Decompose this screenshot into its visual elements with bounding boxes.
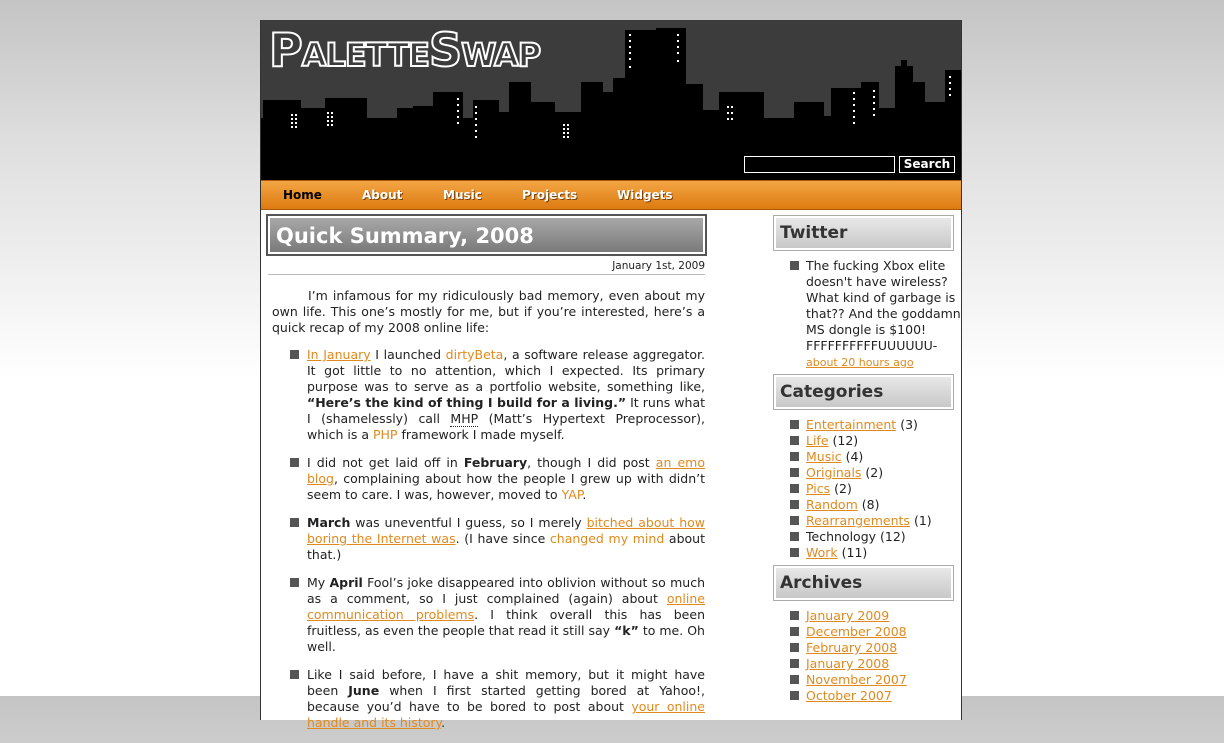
post-intro: I’m infamous for my ridiculously bad mem… [272, 288, 705, 335]
list-item: My April Fool’s joke disappeared into ob… [290, 575, 706, 655]
category-count: (2) [834, 481, 852, 496]
category-item: Rearrangements (1) [790, 513, 974, 529]
category-count: (1) [913, 513, 932, 528]
link-yap[interactable]: YAP [562, 487, 583, 502]
archive-link[interactable]: February 2008 [806, 640, 897, 655]
list-text: . (I have since [455, 531, 550, 546]
category-item: Originals (2) [790, 465, 974, 481]
site-logo[interactable]: PaletteSwap [268, 23, 542, 77]
list-text: . [441, 715, 446, 730]
category-link-life[interactable]: Life [806, 433, 829, 448]
category-item: Music (4) [790, 449, 974, 465]
site-header: PaletteSwap Search [261, 20, 961, 180]
categories-list: Entertainment (3) Life (12) Music (4) Or… [789, 417, 974, 561]
link-in-january[interactable]: In January [307, 347, 371, 362]
list-item: March was uneventful I guess, so I merel… [290, 515, 705, 563]
category-link-rearrangements[interactable]: Rearrangements [806, 513, 910, 528]
list-item: Like I said before, I have a shit memory… [290, 667, 705, 731]
list-bold-text: April [329, 575, 363, 590]
category-item: Work (11) [790, 545, 974, 561]
category-item: Life (12) [790, 433, 974, 449]
twitter-list: The fucking Xbox elite doesn't have wire… [789, 258, 974, 371]
archive-link[interactable]: November 2007 [806, 672, 907, 687]
post-list: In January I launched dirtyBeta, a softw… [272, 347, 705, 731]
category-link-pics[interactable]: Pics [806, 481, 830, 496]
category-link-random[interactable]: Random [806, 497, 858, 512]
category-count: (12) [880, 529, 906, 544]
link-changed-my-mind[interactable]: changed my mind [550, 531, 664, 546]
tweet-time-link[interactable]: about 20 hours ago [806, 356, 914, 369]
archive-item: February 2008 [790, 640, 974, 656]
archives-list: January 2009 December 2008 February 2008… [789, 608, 974, 704]
nav-about[interactable]: About [362, 188, 402, 202]
abbr-mhp: MHP [450, 411, 479, 427]
list-text: . [582, 487, 587, 502]
nav-music[interactable]: Music [443, 188, 482, 202]
list-text: was uneventful I guess, so I merely [350, 515, 587, 530]
archives-heading-box: Archives [773, 565, 954, 601]
category-item: Technology (12) [790, 529, 974, 545]
page-container: PaletteSwap Search Home About Music Proj… [260, 20, 962, 730]
post-title[interactable]: Quick Summary, 2008 [276, 223, 534, 249]
category-count: (3) [900, 417, 918, 432]
archive-item: January 2009 [790, 608, 974, 624]
categories-heading-box: Categories [773, 374, 954, 410]
category-count: (4) [845, 449, 864, 464]
list-item: I did not get laid off in February, thou… [290, 455, 705, 503]
category-item: Pics (2) [790, 481, 974, 497]
tweet-item: The fucking Xbox elite doesn't have wire… [790, 258, 974, 371]
search-input[interactable] [744, 156, 895, 173]
twitter-heading-box: Twitter [773, 215, 954, 251]
archive-link[interactable]: January 2008 [806, 656, 889, 671]
category-link-technology[interactable]: Technology [806, 529, 876, 544]
archives-heading: Archives [780, 573, 863, 593]
search-button[interactable]: Search [899, 156, 955, 173]
list-text: I launched [370, 347, 446, 362]
archive-link[interactable]: December 2008 [806, 624, 907, 639]
list-text: , complaining about how the people I gre… [307, 471, 705, 502]
category-link-music[interactable]: Music [806, 449, 842, 464]
post-body: I’m infamous for my ridiculously bad mem… [272, 288, 705, 743]
list-bold-text: February [463, 455, 528, 470]
category-link-entertainment[interactable]: Entertainment [806, 417, 896, 432]
list-bold-text: “Here’s the kind of thing I build for a … [307, 395, 627, 410]
nav-projects[interactable]: Projects [522, 188, 577, 202]
list-item: In January I launched dirtyBeta, a softw… [290, 347, 705, 443]
category-item: Entertainment (3) [790, 417, 974, 433]
archive-link[interactable]: January 2009 [806, 608, 889, 623]
twitter-heading: Twitter [780, 223, 848, 243]
list-bold-text: March [307, 515, 351, 530]
archive-item: October 2007 [790, 688, 974, 704]
nav-home[interactable]: Home [283, 188, 322, 202]
list-text: Fool’s joke disappeared into oblivion wi… [307, 575, 706, 606]
list-text: I did not get laid off in [307, 455, 464, 470]
category-link-originals[interactable]: Originals [806, 465, 861, 480]
category-count: (8) [861, 497, 880, 512]
tweet-text: The fucking Xbox elite doesn't have wire… [806, 258, 961, 353]
category-count: (2) [865, 465, 884, 480]
link-dirtybeta[interactable]: dirtyBeta [446, 347, 504, 362]
main-navigation: Home About Music Projects Widgets [261, 180, 961, 210]
archive-item: December 2008 [790, 624, 974, 640]
category-link-work[interactable]: Work [806, 545, 838, 560]
archive-item: November 2007 [790, 672, 974, 688]
list-text: framework I made myself. [397, 427, 565, 442]
nav-widgets[interactable]: Widgets [617, 188, 673, 202]
category-item: Random (8) [790, 497, 974, 513]
archive-item: January 2008 [790, 656, 974, 672]
list-bold-text: “k” [614, 623, 639, 638]
list-text: My [307, 575, 330, 590]
list-text: , though I did post [527, 455, 656, 470]
link-php[interactable]: PHP [373, 427, 397, 442]
post-date: January 1st, 2009 [268, 260, 705, 275]
category-count: (12) [832, 433, 859, 448]
category-count: (11) [841, 545, 868, 560]
categories-heading: Categories [780, 382, 884, 402]
post-title-box: Quick Summary, 2008 [266, 214, 707, 256]
